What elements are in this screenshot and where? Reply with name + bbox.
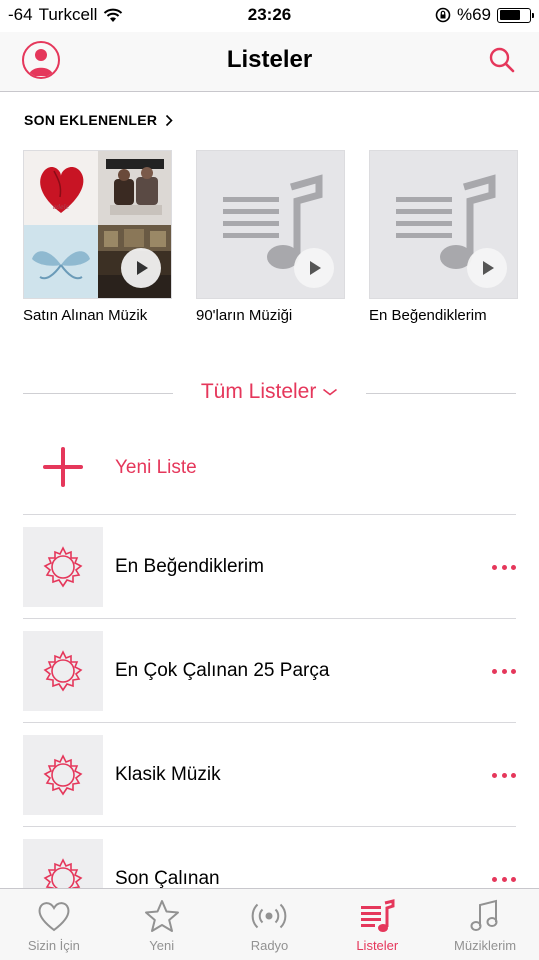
heart-icon [38,902,70,932]
tab-for-you[interactable]: Sizin İçin [0,889,108,960]
album-artwork-placeholder [196,150,345,299]
album-card[interactable]: adele Satın Alınan Müzik [23,150,172,324]
rotation-lock-icon [435,7,451,23]
more-options-button[interactable] [492,557,516,577]
tab-my-music[interactable]: Müziklerim [431,889,539,960]
divider [366,393,516,394]
album-card[interactable]: En Beğendiklerim [369,150,518,324]
album-title: En Beğendiklerim [369,307,487,324]
row-separator [23,826,516,827]
tab-playlists[interactable]: Listeler [323,889,431,960]
smart-playlist-thumbnail [23,527,103,607]
new-playlist-label: Yeni Liste [115,457,197,478]
playlist-title: En Çok Çalınan 25 Parça [115,660,330,681]
smart-playlist-thumbnail [23,631,103,711]
all-playlists-label: Tüm Listeler [23,380,516,404]
plus-icon [23,428,103,508]
album-title: Satın Alınan Müzik [23,307,148,324]
recently-added-list: adele Satın Alınan Müzik 90'ların Müziği… [23,150,518,324]
radio-icon [252,903,287,929]
play-button[interactable] [294,248,334,288]
album-cover-red-heart: adele [24,151,98,225]
status-bar: -64 Turkcell 23:26 %69 [0,0,539,32]
battery-icon [497,7,534,23]
page-title: Listeler [226,46,313,73]
playlist-row[interactable]: Klasik Müzik [23,735,516,815]
more-options-button[interactable] [492,661,516,681]
recently-added-title: SON EKLENENLER [24,112,158,128]
tab-new[interactable]: Yeni [108,889,216,960]
chevron-down-icon [323,389,338,396]
star-icon [144,900,179,932]
status-right: %69 [435,5,534,25]
play-button[interactable] [121,248,161,288]
all-playlists-text: Tüm Listeler [200,380,317,403]
play-icon [310,261,321,275]
music-note-icon [470,899,498,931]
gear-icon [43,754,83,796]
playlist-row[interactable]: En Beğendiklerim [23,527,516,607]
playlist-title: Son Çalınan [115,868,220,889]
album-card[interactable]: 90'ların Müziği [196,150,345,324]
gear-icon [43,650,83,692]
play-icon [483,261,494,275]
playlist-title: En Beğendiklerim [115,556,264,577]
gear-icon [43,546,83,588]
tab-radio[interactable]: Radyo [216,889,324,960]
playlist-icon [361,899,395,932]
tab-label: Listeler [356,938,399,953]
search-icon[interactable] [487,45,517,75]
playlist-row[interactable]: En Çok Çalınan 25 Parça [23,631,516,711]
tab-label: Sizin İçin [27,938,80,953]
new-playlist-button[interactable]: Yeni Liste [23,428,516,508]
album-artwork-mosaic: adele [23,150,172,299]
all-playlists-filter[interactable]: Tüm Listeler [23,372,516,412]
recently-added-header[interactable]: SON EKLENENLER [24,112,173,128]
tab-bar: Sizin İçin Yeni Radyo Listeler Müzikleri… [0,888,539,960]
smart-playlist-thumbnail [23,735,103,815]
row-separator [23,618,516,619]
more-options-button[interactable] [492,765,516,785]
battery-percent: %69 [456,5,491,24]
nav-bar: Listeler [0,32,539,92]
album-title: 90'ların Müziği [196,307,293,324]
album-cover-wings [24,224,98,298]
battery-fill [499,10,520,20]
play-button[interactable] [467,248,507,288]
svg-text:adele: adele [53,204,70,211]
more-options-button[interactable] [492,869,516,889]
album-cover-duo [97,151,171,225]
playlist-title: Klasik Müzik [115,764,221,785]
play-icon [137,261,148,275]
chevron-right-icon [166,114,173,126]
tab-label: Yeni [149,938,175,953]
row-separator [23,514,516,515]
tab-label: Müziklerim [454,938,517,953]
album-artwork-placeholder [369,150,518,299]
tab-label: Radyo [250,938,289,953]
row-separator [23,722,516,723]
